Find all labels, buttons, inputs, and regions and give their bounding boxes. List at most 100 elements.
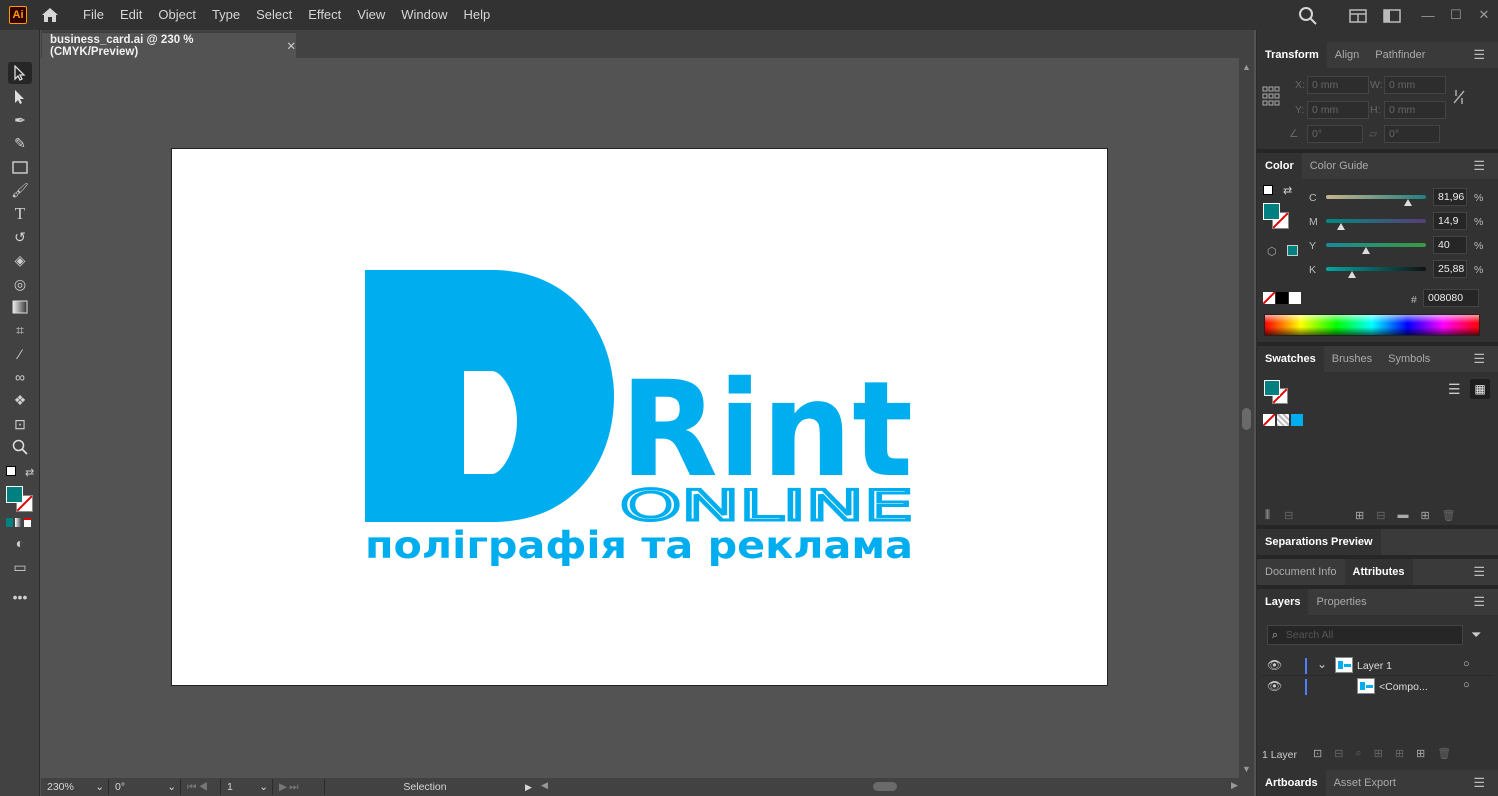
status-menu-icon[interactable]: ▶ xyxy=(525,782,539,793)
panel-menu-icon[interactable]: ☰ xyxy=(1465,559,1493,585)
logo-artwork[interactable]: Rint ONLINE поліграфія та реклама xyxy=(172,149,1107,685)
zoom-select[interactable]: 230% ⌄ xyxy=(41,779,109,795)
tab-document-info[interactable]: Document Info xyxy=(1257,559,1345,585)
grid-view-icon[interactable]: ▦ xyxy=(1470,379,1490,399)
tab-align[interactable]: Align xyxy=(1327,42,1367,68)
reference-point-icon[interactable] xyxy=(1262,86,1280,106)
eyedropper-tool-icon[interactable]: ⁄ xyxy=(8,343,32,365)
home-icon[interactable] xyxy=(39,4,61,26)
constrain-proportions-icon[interactable] xyxy=(1451,88,1467,106)
white-swatch[interactable] xyxy=(1289,292,1301,304)
place-swatches-icon[interactable]: ⊟ xyxy=(1284,509,1293,522)
none-swatch[interactable] xyxy=(1262,413,1276,427)
menu-type[interactable]: Type xyxy=(204,0,248,30)
swatch-libraries-icon[interactable]: ⫼ xyxy=(1265,509,1270,522)
w-field[interactable]: 0 mm xyxy=(1384,76,1446,94)
eraser-tool-icon[interactable]: ◈ xyxy=(8,249,32,271)
swatch-options-icon[interactable]: ⊞ xyxy=(1355,509,1364,522)
chevron-down-icon[interactable]: ⌄ xyxy=(1317,657,1327,671)
menu-file[interactable]: File xyxy=(75,0,112,30)
menu-view[interactable]: View xyxy=(349,0,393,30)
target-circle-icon[interactable]: ○ xyxy=(1463,679,1470,691)
tab-brushes[interactable]: Brushes xyxy=(1324,346,1380,372)
tab-artboards[interactable]: Artboards xyxy=(1257,770,1326,796)
scroll-left-icon[interactable]: ◀ xyxy=(541,780,548,791)
delete-layer-icon[interactable]: 🗑 xyxy=(1437,747,1451,760)
target-circle-icon[interactable]: ○ xyxy=(1463,658,1470,670)
vertical-scroll-thumb[interactable] xyxy=(1242,408,1251,430)
swap-colors-icon[interactable]: ⇄ xyxy=(25,466,34,479)
fill-color-swatch[interactable] xyxy=(1264,380,1280,396)
color-mode-buttons[interactable] xyxy=(6,518,33,527)
rotate-tool-icon[interactable]: ↺ xyxy=(8,226,32,248)
menu-help[interactable]: Help xyxy=(455,0,498,30)
artboard-tool-icon[interactable]: ⊡ xyxy=(8,413,32,435)
gradient-tool-icon[interactable] xyxy=(8,296,32,318)
rotate-field[interactable]: 0° xyxy=(1307,125,1363,143)
tab-symbols[interactable]: Symbols xyxy=(1380,346,1438,372)
tab-separations-preview[interactable]: Separations Preview xyxy=(1257,529,1381,555)
scroll-up-icon[interactable]: ▲ xyxy=(1242,62,1251,72)
tab-pathfinder[interactable]: Pathfinder xyxy=(1367,42,1433,68)
locate-object-icon[interactable]: ⊟ xyxy=(1334,747,1343,760)
list-view-icon[interactable]: ☰ xyxy=(1448,381,1461,398)
fill-color-swatch[interactable] xyxy=(1263,203,1280,220)
new-color-group-icon[interactable]: ▬ xyxy=(1397,509,1408,522)
artboard-number-select[interactable]: 1 ⌄ xyxy=(221,779,273,795)
channel-k-slider[interactable] xyxy=(1326,267,1426,271)
paintbrush-tool-icon[interactable]: 🖌 xyxy=(8,179,32,201)
mesh-tool-icon[interactable]: ⌗ xyxy=(8,319,32,341)
artboard-next-buttons[interactable]: ▶⏭ xyxy=(273,779,325,795)
out-of-gamut-icon[interactable]: ⬡ xyxy=(1267,245,1277,258)
panel-menu-icon[interactable]: ☰ xyxy=(1465,770,1493,796)
x-field[interactable]: 0 mm xyxy=(1307,76,1369,94)
hex-field[interactable]: 008080 xyxy=(1423,289,1479,307)
none-swatch[interactable] xyxy=(1262,291,1276,305)
symbol-sprayer-tool-icon[interactable]: ❖ xyxy=(8,389,32,411)
registration-swatch[interactable] xyxy=(1277,414,1289,426)
channel-y-field[interactable]: 40 xyxy=(1433,236,1467,254)
menu-select[interactable]: Select xyxy=(248,0,300,30)
drawing-modes-icon[interactable]: ◐ xyxy=(8,532,32,554)
new-sublayer-icon[interactable]: ⊞ xyxy=(1395,747,1404,760)
channel-c-field[interactable]: 81,96 xyxy=(1433,188,1467,206)
find-object-icon[interactable]: ⌕ xyxy=(1355,747,1361,760)
tab-transform[interactable]: Transform xyxy=(1257,42,1327,68)
visibility-eye-icon[interactable]: 👁 xyxy=(1267,658,1282,672)
direct-selection-tool-icon[interactable] xyxy=(8,86,32,108)
channel-y-slider[interactable] xyxy=(1326,243,1426,247)
clipping-mask-icon[interactable]: ⊞ xyxy=(1374,747,1383,760)
tab-attributes[interactable]: Attributes xyxy=(1344,559,1413,585)
panel-menu-icon[interactable]: ☰ xyxy=(1465,153,1493,179)
search-icon[interactable] xyxy=(1298,6,1318,26)
workspace-switcher-icon[interactable] xyxy=(1383,8,1401,24)
tab-layers[interactable]: Layers xyxy=(1257,589,1309,615)
maximize-button[interactable]: ☐ xyxy=(1442,7,1470,23)
close-document-icon[interactable]: ✕ xyxy=(286,39,296,53)
swap-colors-icon[interactable]: ⇄ xyxy=(1283,184,1292,197)
shear-field[interactable]: 0° xyxy=(1384,125,1440,143)
channel-y-knob[interactable] xyxy=(1362,247,1370,254)
color-spectrum[interactable] xyxy=(1264,314,1480,336)
tab-properties[interactable]: Properties xyxy=(1308,589,1374,615)
black-swatch[interactable] xyxy=(1276,292,1288,304)
tab-color-guide[interactable]: Color Guide xyxy=(1302,153,1377,179)
default-colors-icon[interactable] xyxy=(6,466,16,476)
y-field[interactable]: 0 mm xyxy=(1307,101,1369,119)
blend-tool-icon[interactable]: ∞ xyxy=(8,366,32,388)
panel-menu-icon[interactable]: ☰ xyxy=(1465,42,1493,68)
color-group-icon[interactable]: ⊟ xyxy=(1376,509,1385,522)
horizontal-scroll-thumb[interactable] xyxy=(873,782,897,791)
panel-menu-icon[interactable]: ☰ xyxy=(1465,346,1493,372)
minimize-button[interactable]: — xyxy=(1414,8,1442,23)
channel-k-knob[interactable] xyxy=(1348,271,1356,278)
new-swatch-icon[interactable]: ⊞ xyxy=(1420,509,1429,522)
gamut-color-swatch[interactable] xyxy=(1287,245,1298,256)
new-layer-icon[interactable]: ⊞ xyxy=(1416,747,1425,760)
warp-tool-icon[interactable]: ◎ xyxy=(8,273,32,295)
cyan-swatch[interactable] xyxy=(1291,414,1303,426)
rectangle-tool-icon[interactable] xyxy=(8,156,32,178)
tab-asset-export[interactable]: Asset Export xyxy=(1326,770,1404,796)
close-button[interactable]: ✕ xyxy=(1470,7,1498,23)
collect-export-icon[interactable]: ⊡ xyxy=(1313,747,1322,760)
